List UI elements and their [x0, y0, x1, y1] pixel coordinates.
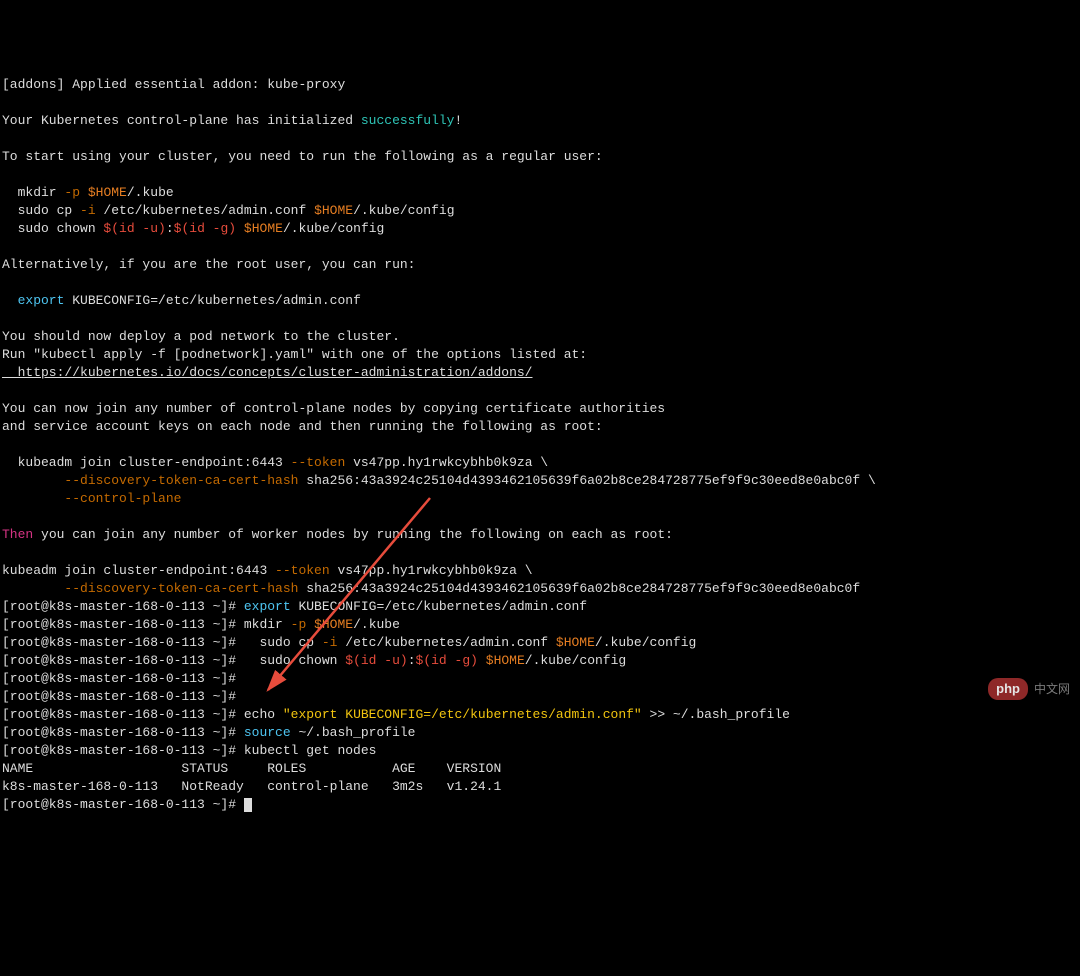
cursor-icon: [244, 798, 252, 812]
dtch2-pre: [2, 581, 64, 596]
cmd-export-rest: KUBECONFIG=/etc/kubernetes/admin.conf: [291, 599, 587, 614]
deploy-msg: You should now deploy a pod network to t…: [2, 329, 400, 344]
token-flag-2: --token: [275, 563, 330, 578]
cmd-chown-sub2: ): [400, 653, 408, 668]
cmd-chown-idg: id -g: [431, 653, 470, 668]
prompt-9: [root@k8s-master-168-0-113 ~]#: [2, 743, 244, 758]
token-val: vs47pp.hy1rwkcybhb0k9za \: [345, 455, 548, 470]
terminal-output[interactable]: [addons] Applied essential addon: kube-p…: [2, 76, 1078, 814]
then-rest: you can join any number of worker nodes …: [33, 527, 673, 542]
cmd-cp-tail: /.kube/config: [595, 635, 696, 650]
then-word: Then: [2, 527, 33, 542]
prompt-7: [root@k8s-master-168-0-113 ~]#: [2, 707, 244, 722]
sp: [80, 185, 88, 200]
sp2: [236, 221, 244, 236]
dtch-flag: --discovery-token-ca-cert-hash: [64, 473, 298, 488]
kubeadm2-val: vs47pp.hy1rwkcybhb0k9za \: [330, 563, 533, 578]
chown-sub-open: $(: [103, 221, 119, 236]
chown-sub-close2: ): [228, 221, 236, 236]
cp-cmd: sudo cp: [2, 203, 80, 218]
start-msg: To start using your cluster, you need to…: [2, 149, 603, 164]
cmd-mkdir-flag: -p: [291, 617, 307, 632]
home-var: $HOME: [88, 185, 127, 200]
chown-idu: id -u: [119, 221, 158, 236]
cmd-chown-idu: id -u: [361, 653, 400, 668]
dtch-pre: [2, 473, 64, 488]
sp4: [478, 653, 486, 668]
ctrl-pre: [2, 491, 64, 506]
alt-msg: Alternatively, if you are the root user,…: [2, 257, 415, 272]
chown-sub-close: ): [158, 221, 166, 236]
cmd-chown-sub3: $(: [416, 653, 432, 668]
prompt-4: [root@k8s-master-168-0-113 ~]#: [2, 653, 244, 668]
prompt-5: [root@k8s-master-168-0-113 ~]#: [2, 671, 244, 686]
join-msg2: and service account keys on each node an…: [2, 419, 603, 434]
cp-init-post: !: [454, 113, 462, 128]
cmd-chown-tail: /.kube/config: [525, 653, 626, 668]
prompt-6: [root@k8s-master-168-0-113 ~]#: [2, 689, 244, 704]
cmd-source-rest: ~/.bash_profile: [291, 725, 416, 740]
nodes-header: NAME STATUS ROLES AGE VERSION: [2, 761, 501, 776]
chown-idg: id -g: [189, 221, 228, 236]
home-var-2: $HOME: [314, 203, 353, 218]
export-keyword: export: [2, 293, 64, 308]
cp-mid: /etc/kubernetes/admin.conf: [96, 203, 314, 218]
cmd-echo-post: >> ~/.bash_profile: [642, 707, 790, 722]
cmd-echo-str: "export KUBECONFIG=/etc/kubernetes/admin…: [283, 707, 642, 722]
mkdir-tail: /.kube: [127, 185, 174, 200]
watermark-text: 中文网: [1034, 680, 1070, 698]
kubeadm-pre: kubeadm join cluster-endpoint:6443: [2, 455, 291, 470]
chown-sub-open2: $(: [174, 221, 190, 236]
ctrl-flag: --control-plane: [64, 491, 181, 506]
cmd-mkdir: mkdir: [244, 617, 291, 632]
chown-cmd: sudo chown: [2, 221, 103, 236]
dtch-val: sha256:43a3924c25104d4393462105639f6a02b…: [298, 473, 875, 488]
cmd-cp-flag: -i: [322, 635, 338, 650]
home-var-6: $HOME: [486, 653, 525, 668]
cmd-chown-sub1: $(: [345, 653, 361, 668]
prompt-3: [root@k8s-master-168-0-113 ~]#: [2, 635, 244, 650]
prompt-2: [root@k8s-master-168-0-113 ~]#: [2, 617, 244, 632]
success-word: successfully: [361, 113, 455, 128]
cmd-cp-mid: /etc/kubernetes/admin.conf: [337, 635, 555, 650]
cmd-cp-pre: sudo cp: [244, 635, 322, 650]
sp3: [306, 617, 314, 632]
apply-msg: Run "kubectl apply -f [podnetwork].yaml"…: [2, 347, 587, 362]
cmd-source-kw: source: [244, 725, 291, 740]
home-var-3: $HOME: [244, 221, 283, 236]
export-rest: KUBECONFIG=/etc/kubernetes/admin.conf: [64, 293, 360, 308]
home-var-4: $HOME: [314, 617, 353, 632]
prompt-8: [root@k8s-master-168-0-113 ~]#: [2, 725, 244, 740]
cp-tail: /.kube/config: [353, 203, 454, 218]
home-var-5: $HOME: [556, 635, 595, 650]
token-flag: --token: [291, 455, 346, 470]
cmd-kubectl: kubectl get nodes: [244, 743, 377, 758]
cmd-chown-sub4: ): [470, 653, 478, 668]
cmd-chown-pre: sudo chown: [244, 653, 345, 668]
watermark-badge: php: [988, 678, 1028, 700]
cmd-chown-colon: :: [408, 653, 416, 668]
nodes-row: k8s-master-168-0-113 NotReady control-pl…: [2, 779, 501, 794]
kubeadm2-pre: kubeadm join cluster-endpoint:6443: [2, 563, 275, 578]
mkdir-flag: -p: [64, 185, 80, 200]
chown-tail: /.kube/config: [283, 221, 384, 236]
join-msg1: You can now join any number of control-p…: [2, 401, 665, 416]
cp-init-pre: Your Kubernetes control-plane has initia…: [2, 113, 361, 128]
prompt-10: [root@k8s-master-168-0-113 ~]#: [2, 797, 244, 812]
cmd-echo-pre: echo: [244, 707, 283, 722]
cmd-mkdir-tail: /.kube: [353, 617, 400, 632]
dtch-flag-2: --discovery-token-ca-cert-hash: [64, 581, 298, 596]
watermark: php 中文网: [988, 678, 1070, 700]
addons-line: [addons] Applied essential addon: kube-p…: [2, 77, 345, 92]
mkdir-cmd: mkdir: [2, 185, 64, 200]
addons-url[interactable]: https://kubernetes.io/docs/concepts/clus…: [2, 365, 533, 380]
prompt-1: [root@k8s-master-168-0-113 ~]#: [2, 599, 244, 614]
chown-colon: :: [166, 221, 174, 236]
cmd-export-kw: export: [244, 599, 291, 614]
cp-flag: -i: [80, 203, 96, 218]
dtch2-val: sha256:43a3924c25104d4393462105639f6a02b…: [298, 581, 860, 596]
